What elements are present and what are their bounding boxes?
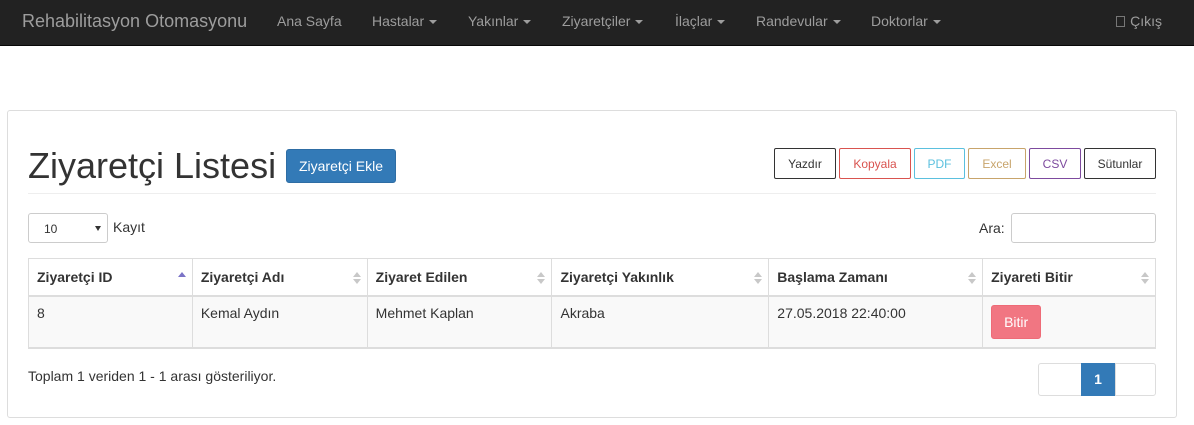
logout-label: Çıkış (1130, 13, 1162, 29)
cell-action: Bitir (982, 295, 1156, 349)
csv-button[interactable]: CSV (1029, 148, 1081, 179)
excel-button[interactable]: Excel (968, 148, 1026, 179)
nav-item-visitors[interactable]: Ziyaretçiler (562, 13, 644, 29)
sort-icon (537, 272, 546, 284)
table-row: 8 Kemal Aydın Mehmet Kaplan Akraba 27.05… (28, 295, 1156, 349)
cell-name: Kemal Aydın (191, 295, 368, 349)
column-header-relation[interactable]: Ziyaretçi Yakınlık (551, 258, 770, 297)
search-input[interactable] (1011, 213, 1156, 243)
top-navbar: Rehabilitasyon Otomasyonu Ana Sayfa Hast… (0, 0, 1194, 46)
column-header-relation-label: Ziyaretçi Yakınlık (560, 268, 674, 285)
column-header-visited[interactable]: Ziyaret Edilen (366, 258, 553, 297)
visitor-table: Ziyaretçi ID Ziyaretçi Adı Ziyaret Edile… (28, 258, 1156, 349)
column-header-id-label: Ziyaretçi ID (37, 268, 113, 285)
sort-icon (352, 272, 361, 284)
caret-down-icon (717, 20, 726, 25)
column-header-id[interactable]: Ziyaretçi ID (28, 258, 193, 297)
pagination-next[interactable] (1115, 364, 1155, 395)
nav-item-visitors-label: Ziyaretçiler (562, 13, 631, 29)
end-visit-button[interactable]: Bitir (991, 304, 1042, 339)
table-info-text: Toplam 1 veriden 1 - 1 arası gösteriliyo… (28, 368, 277, 384)
content-panel: Ziyaretçi Listesi Ziyaretçi Ekle Yazdır … (7, 110, 1177, 418)
page-title: Ziyaretçi Listesi (28, 145, 277, 186)
column-header-name-label: Ziyaretçi Adı (200, 268, 285, 285)
cell-relation: Akraba (551, 295, 770, 349)
pagination: 1 (1038, 363, 1156, 396)
caret-down-icon (635, 20, 644, 25)
logout-link[interactable]: Çıkış (1116, 13, 1162, 29)
sort-asc-icon (177, 272, 186, 284)
search-label: Ara: (979, 220, 1005, 236)
nav-item-relatives[interactable]: Yakınlar (468, 13, 532, 29)
nav-item-home[interactable]: Ana Sayfa (277, 13, 342, 29)
dropdown-arrow-icon (95, 226, 101, 231)
pdf-button[interactable]: PDF (914, 148, 965, 179)
nav-item-appointments-label: Randevular (756, 13, 828, 29)
sort-icon (754, 272, 763, 284)
column-header-visited-label: Ziyaret Edilen (375, 268, 468, 285)
nav-item-home-label: Ana Sayfa (277, 13, 342, 29)
page-length-value: 10 (44, 222, 58, 236)
page-length-select[interactable]: 10 (28, 213, 108, 243)
pagination-page-current[interactable]: 1 (1081, 363, 1115, 396)
nav-item-appointments[interactable]: Randevular (756, 13, 841, 29)
nav-item-relatives-label: Yakınlar (468, 13, 519, 29)
nav-item-patients[interactable]: Hastalar (372, 13, 438, 29)
copy-button[interactable]: Kopyala (839, 148, 911, 179)
caret-down-icon (523, 20, 532, 25)
nav-item-patients-label: Hastalar (372, 13, 425, 29)
caret-down-icon (832, 20, 841, 25)
nav-item-doctors[interactable]: Doktorlar (871, 13, 941, 29)
nav-item-doctors-label: Doktorlar (871, 13, 928, 29)
cell-start-time: 27.05.2018 22:40:00 (768, 295, 984, 349)
caret-down-icon (932, 20, 941, 25)
sort-icon (968, 272, 977, 284)
caret-down-icon (429, 20, 438, 25)
column-header-end-visit[interactable]: Ziyareti Bitir (982, 258, 1156, 297)
page-length-label: Kayıt (113, 219, 145, 235)
add-visitor-button[interactable]: Ziyaretçi Ekle (286, 149, 396, 183)
column-header-end-visit-label: Ziyareti Bitir (991, 268, 1073, 285)
column-header-start-time-label: Başlama Zamanı (777, 268, 888, 285)
column-header-start-time[interactable]: Başlama Zamanı (768, 258, 984, 297)
pagination-previous[interactable] (1039, 364, 1081, 395)
logout-icon (1116, 16, 1126, 27)
cell-id: 8 (28, 295, 193, 349)
title-divider (28, 193, 1156, 194)
print-button[interactable]: Yazdır (774, 148, 836, 179)
columns-button[interactable]: Sütunlar (1084, 148, 1156, 179)
navbar-brand[interactable]: Rehabilitasyon Otomasyonu (22, 11, 247, 32)
sort-icon (1141, 272, 1149, 284)
table-header-row: Ziyaretçi ID Ziyaretçi Adı Ziyaret Edile… (28, 258, 1156, 297)
nav-item-medicines[interactable]: İlaçlar (675, 13, 726, 29)
nav-item-medicines-label: İlaçlar (675, 13, 713, 29)
cell-visited: Mehmet Kaplan (366, 295, 553, 349)
column-header-name[interactable]: Ziyaretçi Adı (191, 258, 368, 297)
